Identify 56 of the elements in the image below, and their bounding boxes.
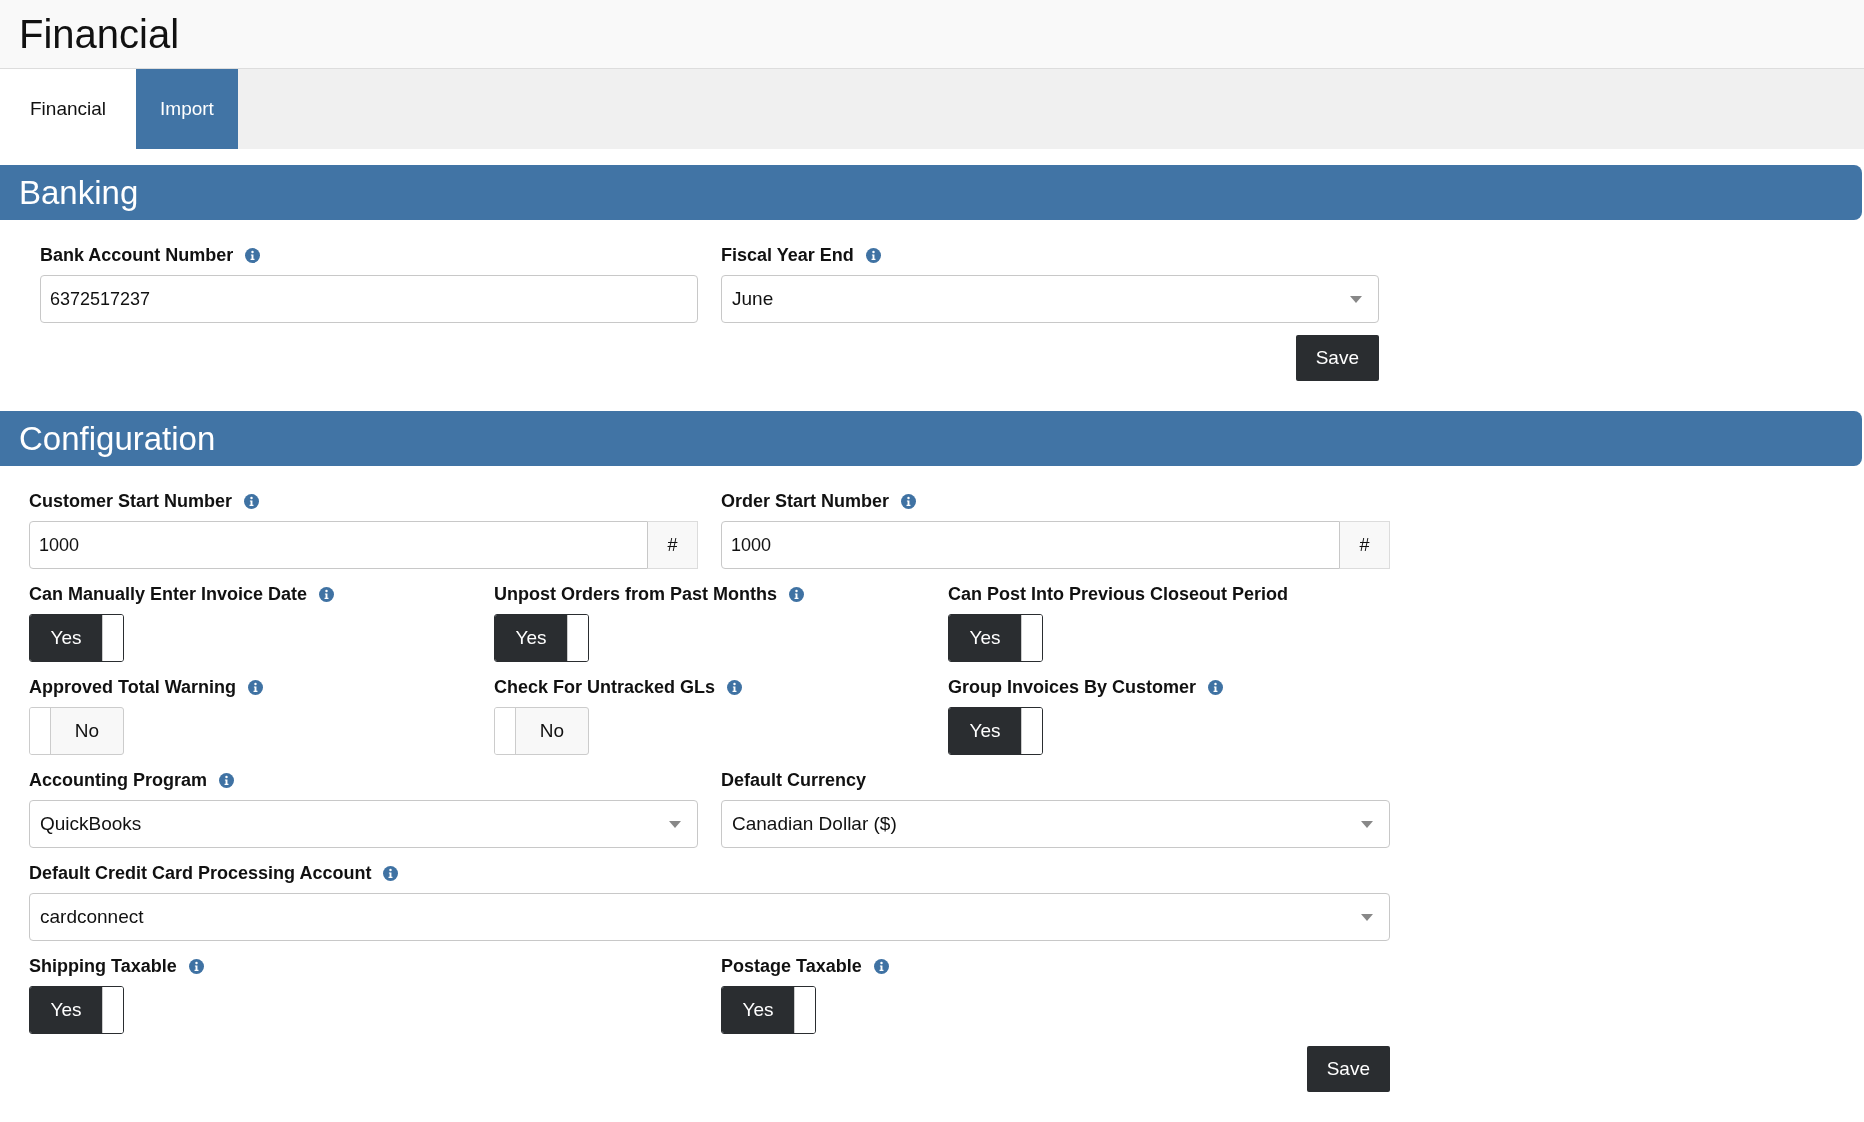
- info-icon[interactable]: [245, 248, 261, 263]
- info-icon[interactable]: [319, 587, 335, 602]
- info-icon[interactable]: [188, 959, 204, 974]
- section-title: Configuration: [19, 422, 216, 455]
- save-button[interactable]: Save: [1306, 1046, 1390, 1092]
- number-field[interactable]: 1000: [721, 521, 1340, 569]
- field-label: Unpost Orders from Past Months: [494, 583, 778, 606]
- field-label: Default Currency: [721, 769, 867, 792]
- tab[interactable]: Import: [136, 69, 238, 149]
- info-icon[interactable]: [1208, 680, 1224, 695]
- toggle-switch[interactable]: Yes: [494, 614, 589, 662]
- info-icon[interactable]: [901, 494, 917, 509]
- field-label: Bank Account Number: [40, 244, 234, 267]
- save-button[interactable]: Save: [1295, 335, 1379, 381]
- field-label: Default Credit Card Processing Account: [29, 862, 372, 885]
- field-label: Shipping Taxable: [29, 955, 177, 978]
- select-field[interactable]: cardconnect: [29, 893, 1390, 941]
- field-label: Can Post Into Previous Closeout Period: [948, 583, 1289, 606]
- select-field[interactable]: Canadian Dollar ($): [721, 800, 1390, 848]
- select-field[interactable]: QuickBooks: [29, 800, 698, 848]
- field-label: Fiscal Year End: [721, 244, 854, 267]
- field-label: Postage Taxable: [721, 955, 862, 978]
- toggle-switch[interactable]: Yes: [948, 614, 1043, 662]
- info-icon[interactable]: [383, 866, 399, 881]
- toggle-switch[interactable]: Yes: [29, 986, 124, 1034]
- info-icon[interactable]: [219, 773, 234, 788]
- toggle-switch[interactable]: No: [494, 707, 589, 755]
- toggle-switch[interactable]: No: [29, 707, 124, 755]
- info-icon[interactable]: [873, 959, 889, 974]
- toggle-switch[interactable]: Yes: [948, 707, 1043, 755]
- tab[interactable]: Financial: [0, 69, 137, 149]
- info-icon[interactable]: [865, 248, 881, 263]
- caret-icon: [1361, 913, 1373, 921]
- text-field[interactable]: 6372517237: [40, 275, 698, 323]
- field-label: Group Invoices By Customer: [948, 676, 1197, 699]
- input-addon: #: [648, 521, 698, 569]
- toggle-switch[interactable]: Yes: [29, 614, 124, 662]
- select-field[interactable]: June: [721, 275, 1379, 323]
- input-addon: #: [1340, 521, 1390, 569]
- field-label: Approved Total Warning: [29, 676, 236, 699]
- field-label: Check For Untracked GLs: [494, 676, 716, 699]
- info-icon[interactable]: [727, 680, 743, 695]
- field-label: Can Manually Enter Invoice Date: [29, 583, 308, 606]
- field-label: Accounting Program: [29, 769, 207, 792]
- page-title: Financial: [19, 14, 180, 54]
- section-title: Banking: [19, 176, 139, 209]
- number-field[interactable]: 1000: [29, 521, 648, 569]
- caret-icon: [669, 820, 681, 828]
- caret-icon: [1361, 820, 1373, 828]
- caret-icon: [1350, 295, 1362, 303]
- field-label: Customer Start Number: [29, 490, 233, 513]
- info-icon[interactable]: [789, 587, 805, 602]
- field-label: Order Start Number: [721, 490, 890, 513]
- toggle-switch[interactable]: Yes: [721, 986, 816, 1034]
- info-icon[interactable]: [248, 680, 263, 695]
- info-icon[interactable]: [244, 494, 260, 509]
